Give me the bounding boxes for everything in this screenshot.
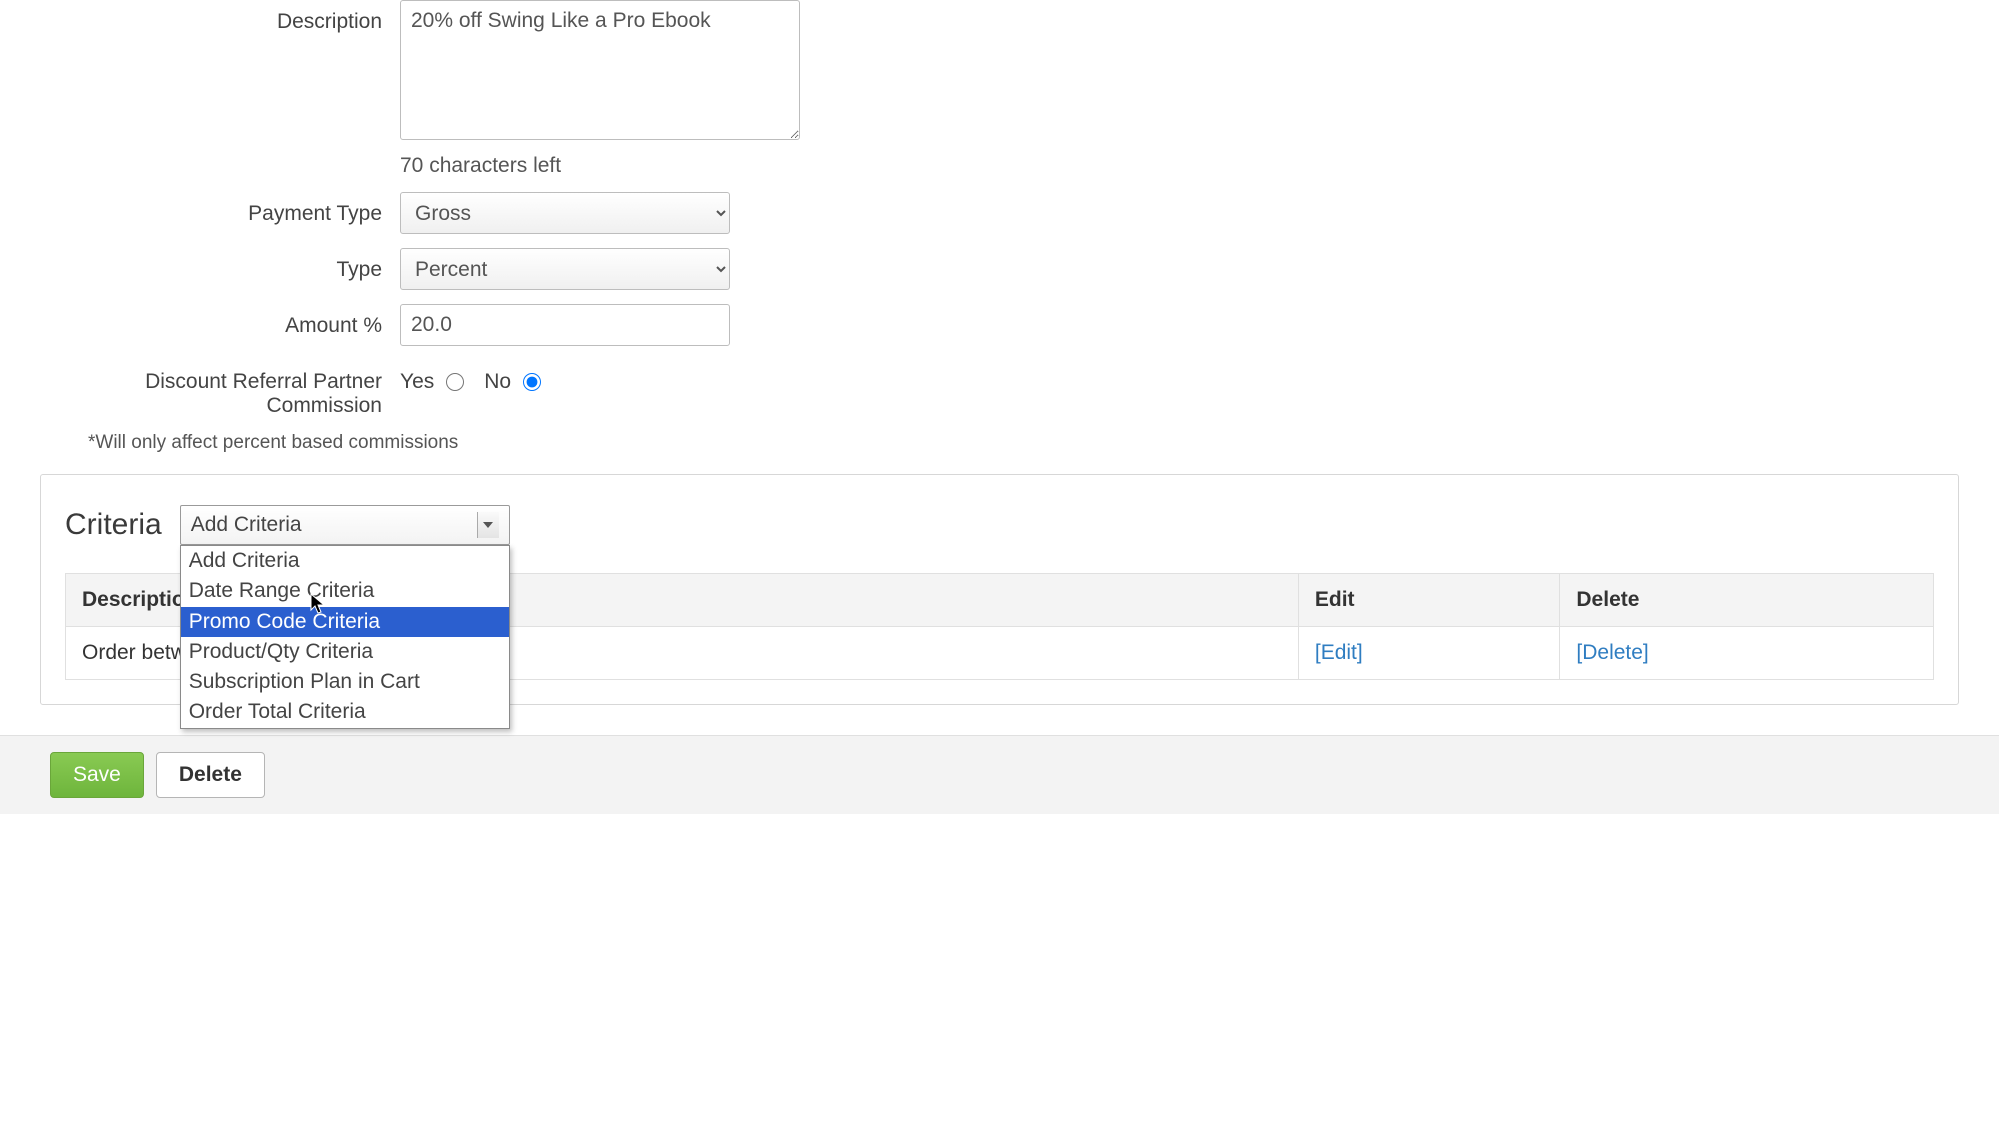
add-criteria-selected-value: Add Criteria — [191, 513, 302, 537]
description-label: Description — [40, 0, 400, 34]
add-criteria-select[interactable]: Add Criteria — [180, 505, 510, 545]
criteria-panel: Criteria Add Criteria Add CriteriaDate R… — [40, 474, 1959, 705]
chevron-down-icon[interactable] — [477, 512, 499, 538]
criteria-option[interactable]: Date Range Criteria — [181, 576, 509, 606]
criteria-dropdown: Add CriteriaDate Range CriteriaPromo Cod… — [180, 545, 510, 729]
no-label: No — [484, 370, 511, 394]
table-header-delete: Delete — [1560, 574, 1934, 627]
edit-link[interactable]: [Edit] — [1315, 641, 1363, 664]
yes-radio[interactable] — [446, 373, 464, 391]
amount-input[interactable] — [400, 304, 730, 346]
amount-label: Amount % — [40, 304, 400, 338]
footer-bar: Save Delete — [0, 735, 1999, 814]
criteria-option[interactable]: Add Criteria — [181, 546, 509, 576]
yes-label: Yes — [400, 370, 434, 394]
criteria-option[interactable]: Order Total Criteria — [181, 697, 509, 727]
criteria-option[interactable]: Subscription Plan in Cart — [181, 667, 509, 697]
type-select[interactable]: Percent — [400, 248, 730, 290]
table-header-edit: Edit — [1298, 574, 1560, 627]
commission-hint: *Will only affect percent based commissi… — [88, 432, 1959, 454]
no-radio[interactable] — [523, 373, 541, 391]
description-textarea[interactable] — [400, 0, 800, 140]
criteria-option[interactable]: Promo Code Criteria — [181, 607, 509, 637]
criteria-option[interactable]: Product/Qty Criteria — [181, 637, 509, 667]
discount-commission-label: Discount Referral Partner Commission — [40, 360, 400, 418]
save-button[interactable]: Save — [50, 752, 144, 798]
delete-button[interactable]: Delete — [156, 752, 265, 798]
payment-type-label: Payment Type — [40, 192, 400, 226]
payment-type-select[interactable]: Gross — [400, 192, 730, 234]
type-label: Type — [40, 248, 400, 282]
delete-link[interactable]: [Delete] — [1576, 641, 1648, 664]
characters-left: 70 characters left — [400, 154, 800, 178]
criteria-title: Criteria — [65, 508, 162, 542]
